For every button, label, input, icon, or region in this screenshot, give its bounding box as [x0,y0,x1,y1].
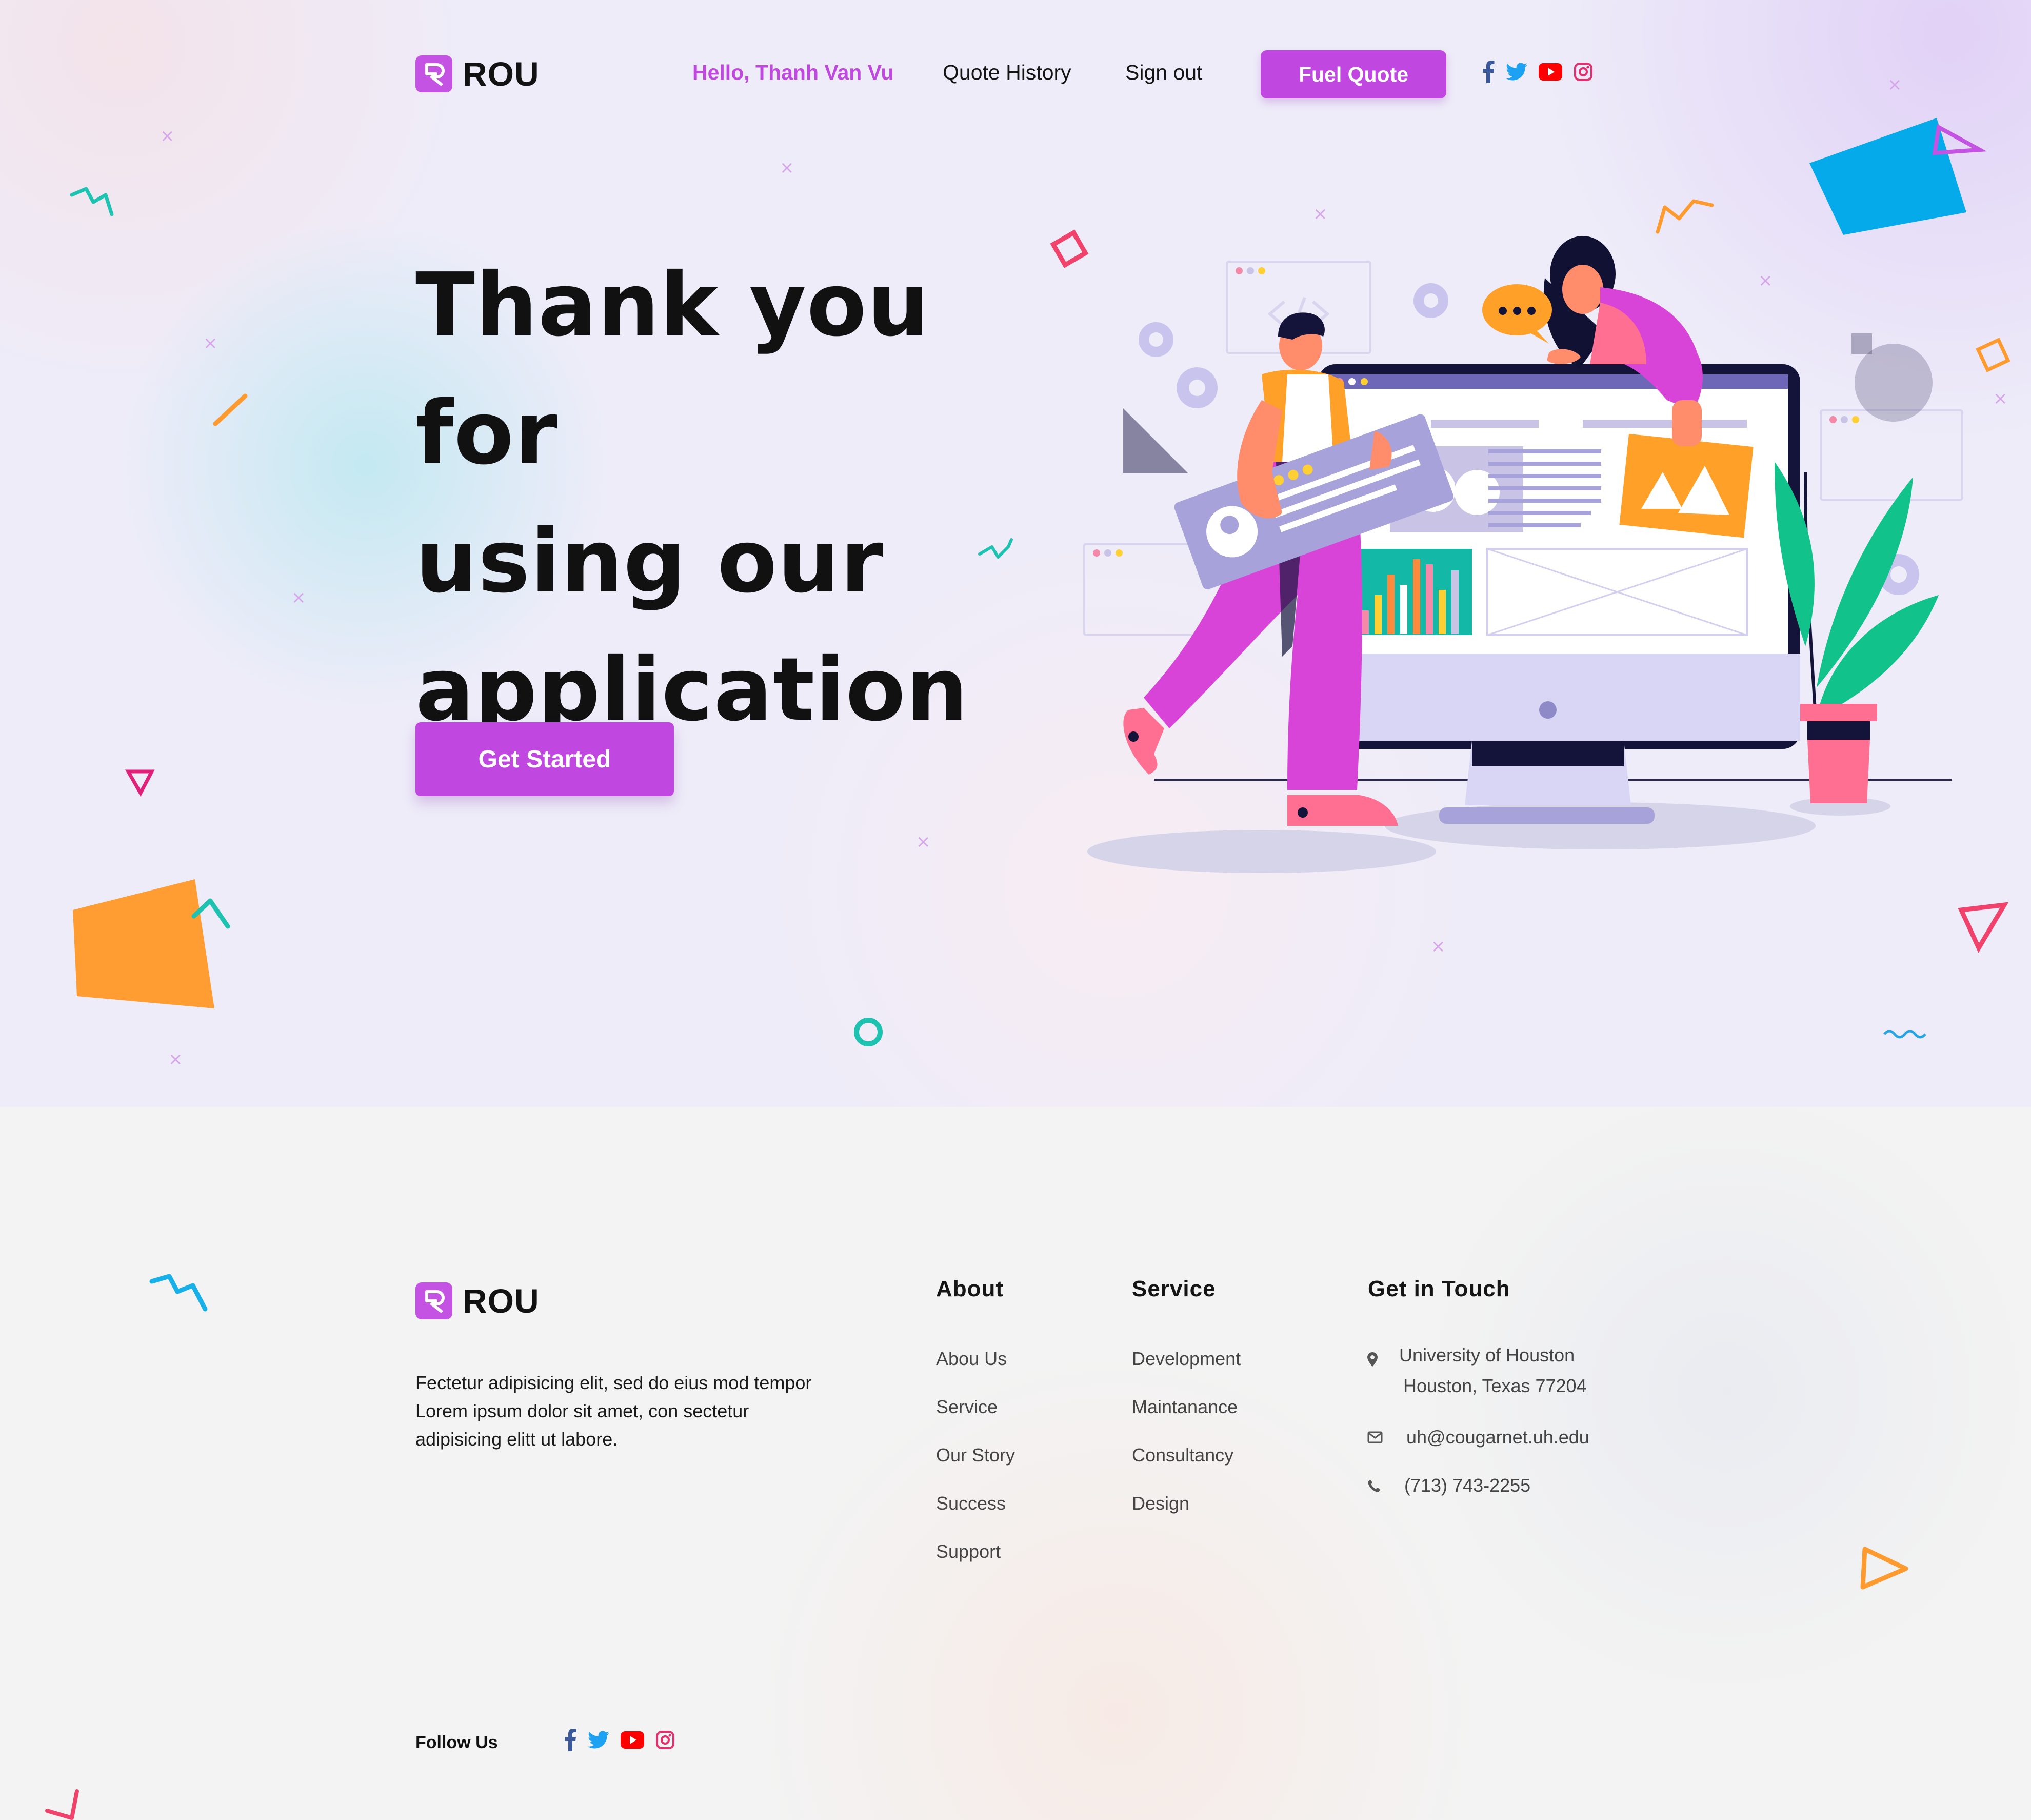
youtube-icon[interactable] [1539,63,1562,81]
x-decoration: × [1431,936,1446,957]
page: × × × × × × × × × × × ROU Hello, Thanh V… [0,0,2031,1820]
twitter-icon[interactable] [588,1731,609,1749]
hero-headline-line1: Thank you for [415,254,930,484]
x-decoration: × [1887,74,1902,95]
instagram-icon[interactable] [1574,62,1593,82]
fuel-quote-button[interactable]: Fuel Quote [1261,50,1446,98]
footer-about-title: About [936,1276,1004,1301]
location-pin-icon [1367,1352,1378,1369]
hero-headline-line2: using our [415,511,884,612]
footer-about-link[interactable]: Our Story [936,1445,1015,1466]
logo-mark-icon [415,55,452,92]
x-decoration: × [203,333,218,353]
footer-contact-title: Get in Touch [1368,1276,1510,1301]
x-decoration: × [780,157,794,178]
footer-description: Fectetur adipisicing elit, sed do eius m… [415,1372,812,1450]
phone-icon [1367,1479,1381,1495]
contact-email[interactable]: uh@cougarnet.uh.edu [1406,1422,1589,1453]
header-social-links [1482,61,1604,83]
footer: ROU Fectetur adipisicing elit, sed do ei… [0,1107,2031,1820]
x-decoration: × [168,1049,183,1070]
hero-illustration [1083,236,1963,873]
footer-service-link[interactable]: Design [1132,1493,1189,1514]
get-started-button[interactable]: Get Started [415,722,674,796]
footer-about-link[interactable]: Service [936,1396,998,1418]
contact-address-line1: University of Houston [1399,1344,1575,1366]
contact-address-line2: Houston, Texas 77204 [1403,1375,1587,1396]
facebook-icon[interactable] [1482,61,1495,83]
instagram-icon[interactable] [655,1730,675,1750]
nav-quote-history[interactable]: Quote History [943,61,1071,85]
footer-confetti-decorations [45,1274,1908,1820]
logo-text: ROU [463,55,540,93]
youtube-icon[interactable] [621,1731,644,1749]
hero-headline: Thank you for using our application [415,241,1082,754]
logo-mark-icon [415,1282,452,1319]
footer-about-link[interactable]: Success [936,1493,1006,1514]
footer-service-link[interactable]: Maintanance [1132,1396,1238,1418]
contact-address: University of Houston Houston, Texas 772… [1399,1340,1587,1401]
facebook-icon[interactable] [564,1729,576,1751]
footer-service-link[interactable]: Consultancy [1132,1445,1233,1466]
logo-text: ROU [463,1282,540,1320]
footer-service-link[interactable]: Development [1132,1348,1241,1370]
footer-service-title: Service [1132,1276,1216,1301]
contact-phone[interactable]: (713) 743-2255 [1404,1470,1530,1501]
nav-sign-out[interactable]: Sign out [1125,61,1202,85]
twitter-icon[interactable] [1506,63,1527,81]
footer-social-links [564,1729,686,1751]
x-decoration: × [291,587,306,608]
footer-about-link[interactable]: Abou Us [936,1348,1007,1370]
hero-section: × × × × × × × × × × × ROU Hello, Thanh V… [0,0,2031,1107]
mail-icon [1367,1431,1383,1446]
x-decoration: × [916,832,931,852]
nav-greeting[interactable]: Hello, Thanh Van Vu [692,61,894,85]
follow-us-label: Follow Us [415,1733,498,1752]
footer-about-link[interactable]: Support [936,1541,1001,1562]
x-decoration: × [160,126,175,146]
footer-logo[interactable]: ROU [415,1281,540,1320]
header-logo[interactable]: ROU [415,54,540,93]
